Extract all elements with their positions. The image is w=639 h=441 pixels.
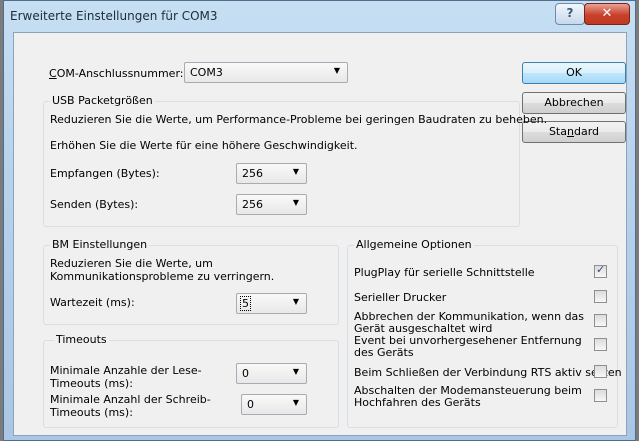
latency-label: Wartezeit (ms):: [50, 296, 135, 309]
bm-description: Reduzieren Sie die Werte, um Kommunikati…: [50, 257, 275, 283]
send-bytes-label: Senden (Bytes):: [50, 198, 139, 211]
dialog-window: Erweiterte Einstellungen für COM3 ? ✕ CO…: [3, 0, 636, 441]
chevron-down-icon: ▼: [292, 167, 299, 176]
dialog-content: COM-Anschlussnummer: COM3 ▼ OK Abbrechen…: [13, 32, 627, 436]
receive-bytes-select[interactable]: 256 ▼: [236, 163, 307, 184]
cancel-button[interactable]: Abbrechen: [522, 92, 626, 114]
bm-group-label: BM Einstellungen: [50, 238, 150, 251]
write-timeout-label: Minimale Anzahl der Schreib-Timeouts (ms…: [50, 393, 211, 419]
usb-group-label: USB Packetgrößen: [50, 94, 155, 107]
check-icon: ✓: [596, 263, 606, 276]
option-label-disable-modem-ctrl: Abschalten der Modemansteuerung beim Hoc…: [354, 384, 582, 409]
chevron-down-icon: ▼: [292, 398, 299, 407]
timeouts-group-label: Timeouts: [54, 333, 109, 346]
option-label-surprise-removal: Event bei unvorhergesehener Entfernung d…: [354, 334, 582, 359]
write-timeout-select[interactable]: 0 ▼: [241, 394, 307, 415]
chevron-down-icon: ▼: [333, 66, 340, 75]
checkbox-cancel-on-poweroff[interactable]: [594, 314, 607, 327]
com-port-value: COM3: [190, 66, 223, 79]
checkbox-disable-modem-ctrl[interactable]: [594, 389, 607, 402]
help-button[interactable]: ?: [555, 3, 585, 25]
window-title: Erweiterte Einstellungen für COM3: [10, 9, 218, 23]
checkbox-plugplay[interactable]: ✓: [594, 263, 607, 278]
chevron-down-icon: ▼: [292, 297, 299, 306]
read-timeout-value: 0: [242, 367, 249, 380]
ok-button[interactable]: OK: [522, 62, 626, 84]
com-port-select[interactable]: COM3 ▼: [184, 62, 348, 83]
option-label-cancel-on-poweroff: Abbrechen der Kommunikation, wenn das Ge…: [354, 310, 585, 335]
usb-description-2: Erhöhen Sie die Werte für eine höhere Ge…: [50, 139, 358, 152]
receive-bytes-label: Empfangen (Bytes):: [50, 167, 160, 180]
send-bytes-select[interactable]: 256 ▼: [236, 194, 307, 215]
option-label-rts-on-close: Beim Schließen der Verbindung RTS aktiv …: [354, 366, 622, 379]
help-icon: ?: [566, 6, 574, 20]
option-label-serial-printer: Serieller Drucker: [354, 291, 447, 304]
checkbox-surprise-removal[interactable]: [594, 338, 607, 351]
option-label-plugplay: PlugPlay für serielle Schnittstelle: [354, 266, 535, 279]
checkbox-serial-printer[interactable]: [594, 290, 607, 303]
options-group-label: Allgemeine Optionen: [354, 238, 474, 251]
com-port-label: COM-Anschlussnummer:: [49, 67, 184, 80]
checkbox-rts-on-close[interactable]: [594, 365, 607, 378]
read-timeout-label: Minimale Anzahle der Lese-Timeouts (ms):: [50, 364, 202, 390]
latency-value: 5: [240, 296, 251, 311]
send-bytes-value: 256: [242, 198, 263, 211]
close-icon: ✕: [601, 6, 613, 21]
usb-description-1: Reduzieren Sie die Werte, um Performance…: [50, 113, 548, 126]
chevron-down-icon: ▼: [292, 198, 299, 207]
chevron-down-icon: ▼: [292, 367, 299, 376]
close-button[interactable]: ✕: [584, 3, 630, 25]
receive-bytes-value: 256: [242, 167, 263, 180]
read-timeout-select[interactable]: 0 ▼: [236, 363, 307, 384]
write-timeout-value: 0: [247, 398, 254, 411]
latency-select[interactable]: 5 ▼: [236, 293, 307, 314]
